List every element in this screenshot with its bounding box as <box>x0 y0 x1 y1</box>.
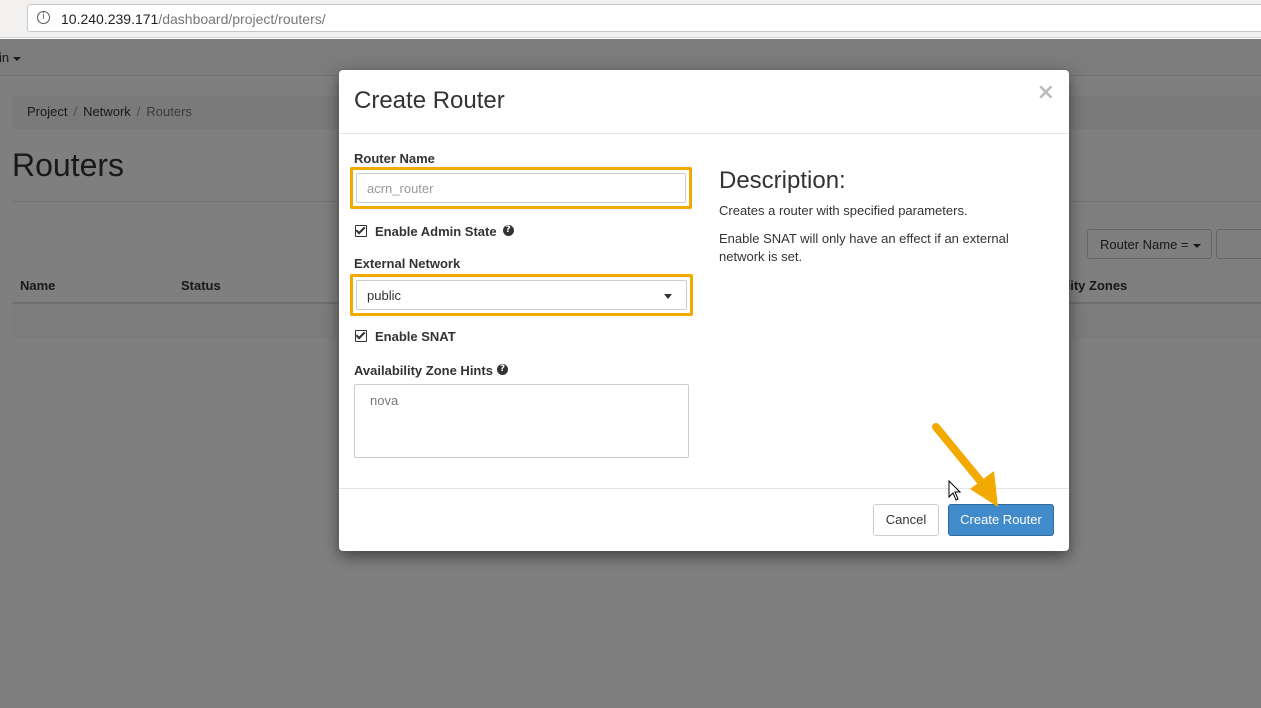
mouse-cursor-icon <box>948 480 962 501</box>
enable-admin-state-checkbox[interactable]: Enable Admin State? <box>355 223 514 239</box>
url-text: 10.240.239.171/dashboard/project/routers… <box>61 11 326 27</box>
question-circle-icon[interactable]: ? <box>502 225 514 237</box>
checkbox-checked-icon <box>355 329 367 342</box>
external-network-label: External Network <box>354 256 461 271</box>
enable-snat-label: Enable SNAT <box>375 329 456 345</box>
enable-snat-checkbox[interactable]: Enable SNAT <box>355 328 456 344</box>
availability-zone-option-nova[interactable]: nova <box>370 393 398 408</box>
external-network-value: public <box>367 288 401 303</box>
description-line-1: Creates a router with specified paramete… <box>719 203 968 218</box>
modal-header: Create Router × <box>339 70 1069 134</box>
question-circle-icon[interactable]: ? <box>496 364 508 376</box>
availability-zone-label-row: Availability Zone Hints? <box>354 362 508 378</box>
close-icon[interactable]: × <box>1037 80 1055 105</box>
annotation-arrow-icon <box>932 423 998 507</box>
description-title: Description: <box>719 167 846 194</box>
external-network-select[interactable]: public <box>356 280 687 310</box>
chevron-down-icon <box>664 294 672 299</box>
modal-title: Create Router <box>354 87 505 114</box>
router-name-highlight: acrn_router <box>350 167 692 209</box>
url-host: 10.240.239.171 <box>61 11 159 27</box>
description-line-2: Enable SNAT will only have an effect if … <box>719 231 1009 264</box>
checkbox-checked-icon <box>355 224 367 237</box>
availability-zone-multiselect[interactable]: nova <box>354 384 689 458</box>
info-circle-icon[interactable]: i <box>37 11 50 24</box>
browser-toolbar: i 10.240.239.171/dashboard/project/route… <box>0 0 1261 38</box>
address-bar[interactable]: i 10.240.239.171/dashboard/project/route… <box>27 4 1261 32</box>
availability-zone-label: Availability Zone Hints <box>354 363 493 379</box>
url-path: /dashboard/project/routers/ <box>158 11 326 27</box>
external-network-highlight: public <box>350 274 693 316</box>
router-name-input[interactable]: acrn_router <box>356 173 686 203</box>
enable-admin-state-label: Enable Admin State <box>375 224 497 240</box>
router-name-label: Router Name <box>354 151 435 166</box>
